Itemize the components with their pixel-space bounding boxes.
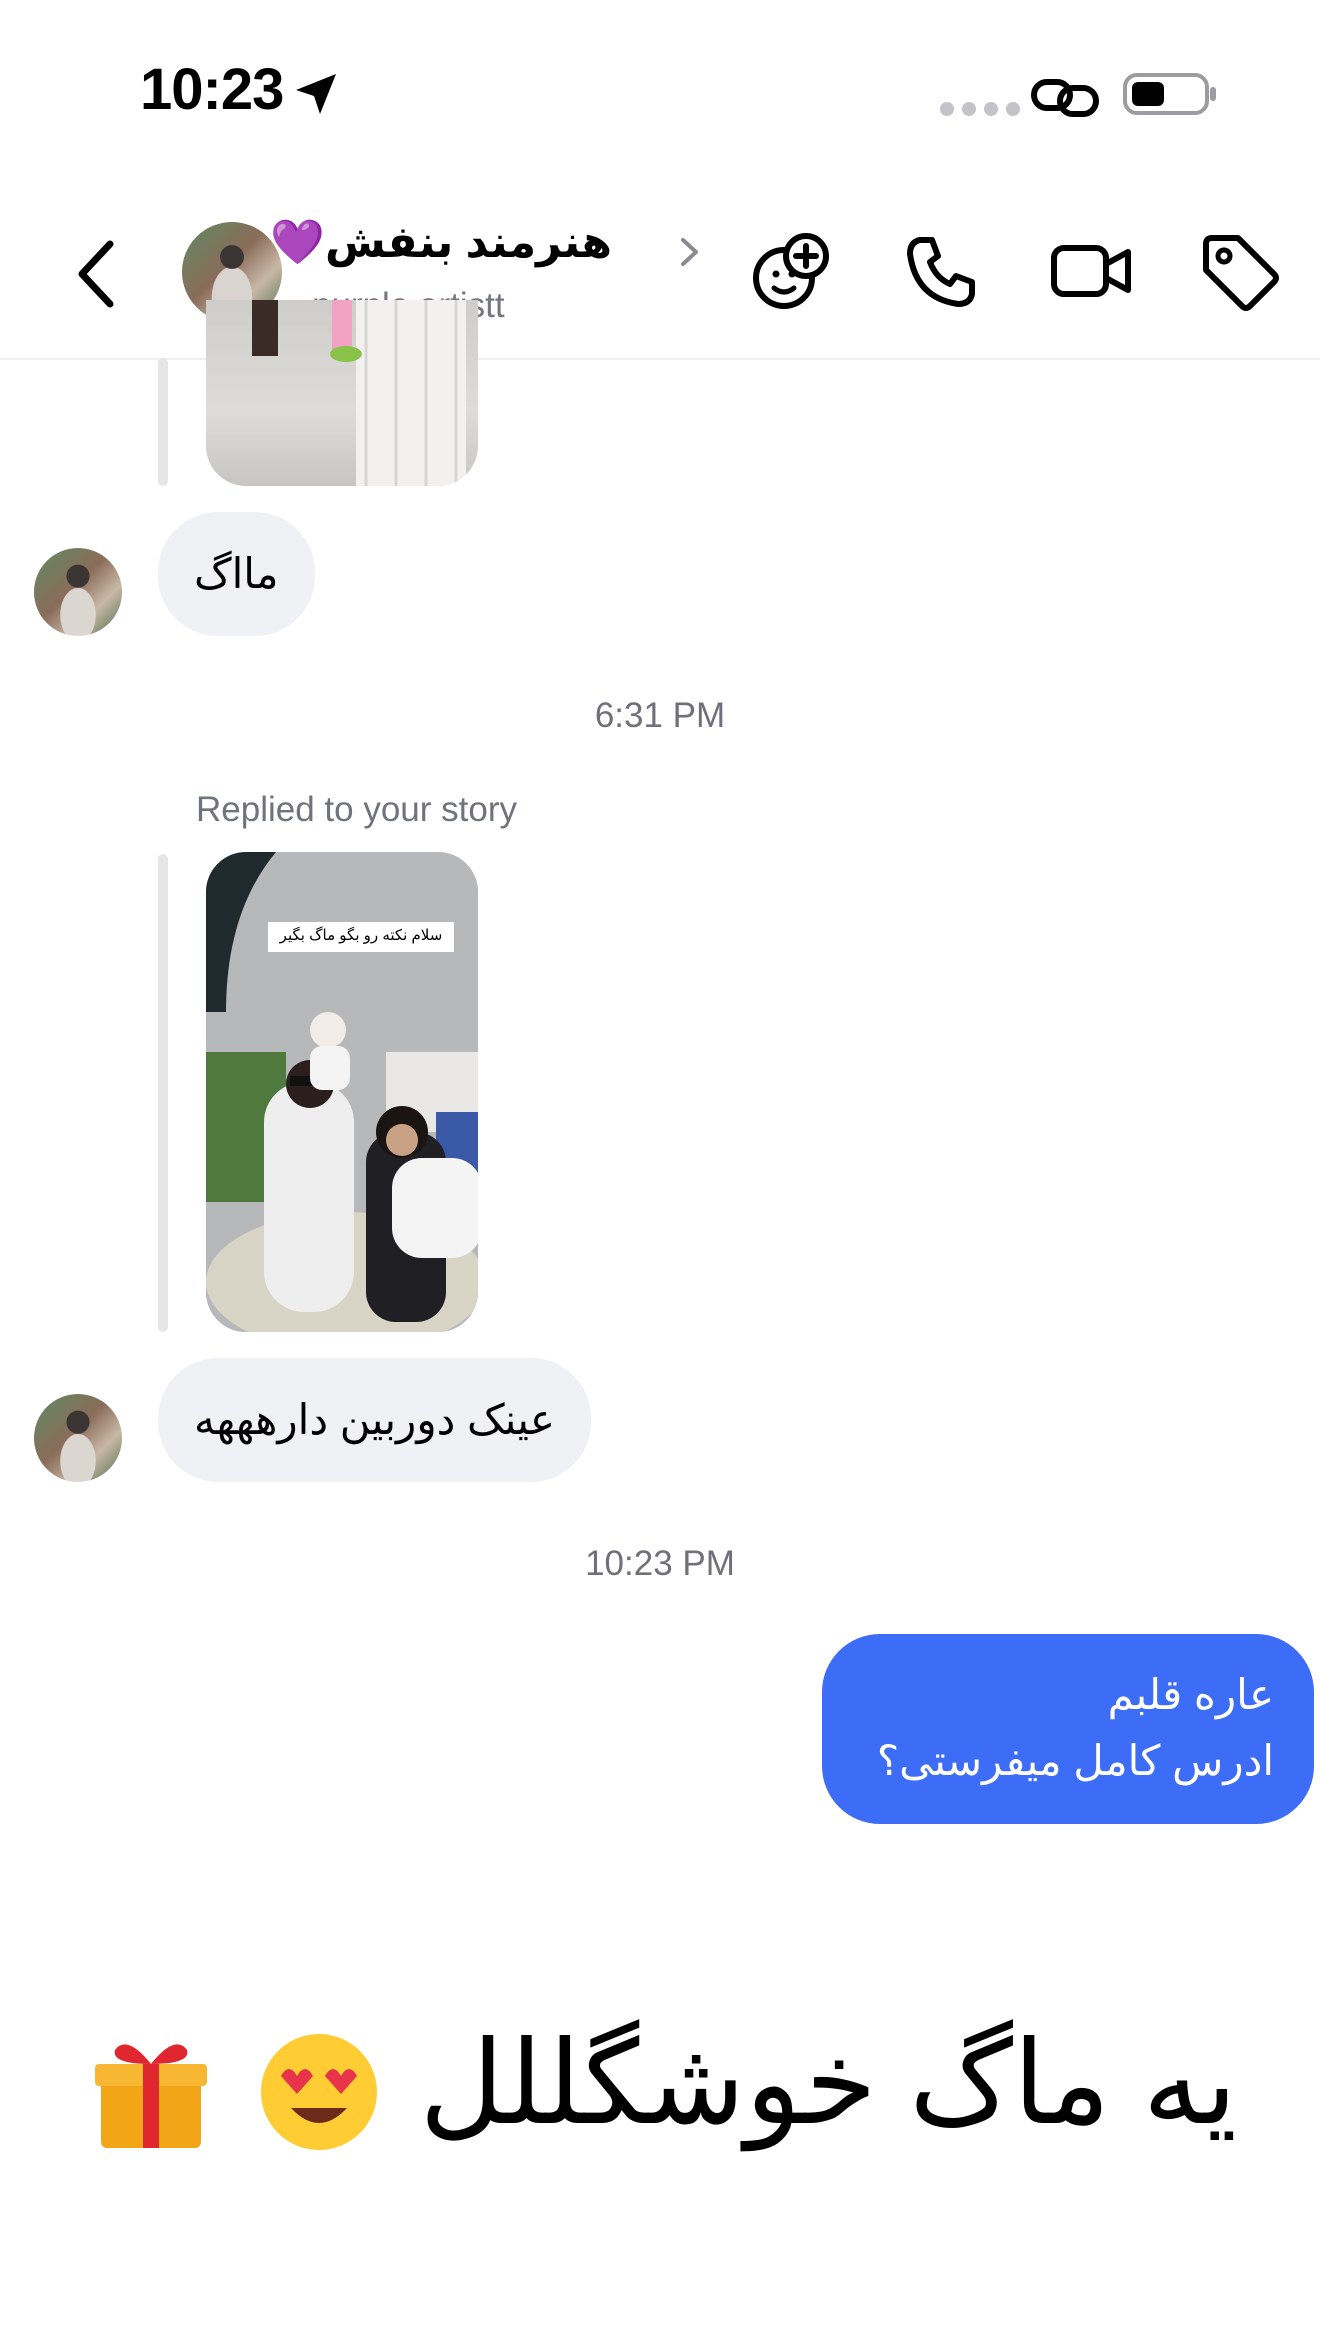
dm-thread-screen: 10:23 هنرمند بنفش💜 purple.artistt (0, 0, 1320, 2346)
large-caption-text: یه ماگ خوشگللل (419, 2018, 1238, 2148)
story-thumbnail[interactable] (206, 300, 478, 486)
timestamp: 6:31 PM (594, 696, 726, 735)
chevron-right-icon[interactable] (678, 232, 702, 272)
signal-dots-icon (940, 102, 1020, 116)
link-icon (1031, 79, 1099, 117)
timestamp: 10:23 PM (585, 1544, 735, 1583)
location-arrow-icon (296, 74, 336, 114)
sender-avatar[interactable] (34, 1394, 122, 1482)
incoming-message[interactable]: مااگ (158, 512, 315, 636)
story-reply-bar (158, 358, 168, 486)
heart-eyes-emoji-icon (261, 2034, 378, 2151)
large-caption: یه ماگ خوشگللل (0, 1998, 1320, 2168)
story-image (206, 852, 478, 1332)
contact-name[interactable]: هنرمند بنفش💜 (270, 216, 612, 268)
status-bar: 10:23 (0, 0, 1320, 190)
story-image (252, 300, 466, 486)
tag-icon[interactable] (1196, 228, 1282, 314)
story-thumbnail[interactable]: سلام نکته رو بگو ماگ بگیر (206, 852, 478, 1332)
sender-avatar[interactable] (34, 548, 122, 636)
sticker-add-icon[interactable] (748, 228, 834, 314)
outgoing-line: ادرس کامل میفرستی؟ (876, 1737, 1274, 1784)
story-caption: سلام نکته رو بگو ماگ بگیر (279, 927, 443, 944)
outgoing-line: عاره قلبم (1107, 1671, 1274, 1718)
incoming-message[interactable]: عینک دوربین دارهههه (158, 1358, 591, 1482)
chat-header: هنرمند بنفش💜 purple.artistt (0, 190, 1320, 360)
video-icon[interactable] (1048, 228, 1134, 314)
reply-label: Replied to your story (196, 790, 517, 829)
story-reply-bar (158, 854, 168, 1332)
back-arrow-icon[interactable] (66, 234, 126, 314)
status-time: 10:23 (140, 57, 284, 122)
phone-icon[interactable] (898, 228, 984, 314)
battery-icon (1123, 73, 1216, 115)
outgoing-message[interactable]: عاره قلبم ادرس کامل میفرستی؟ (822, 1634, 1314, 1824)
gift-emoji-icon (94, 2044, 207, 2149)
